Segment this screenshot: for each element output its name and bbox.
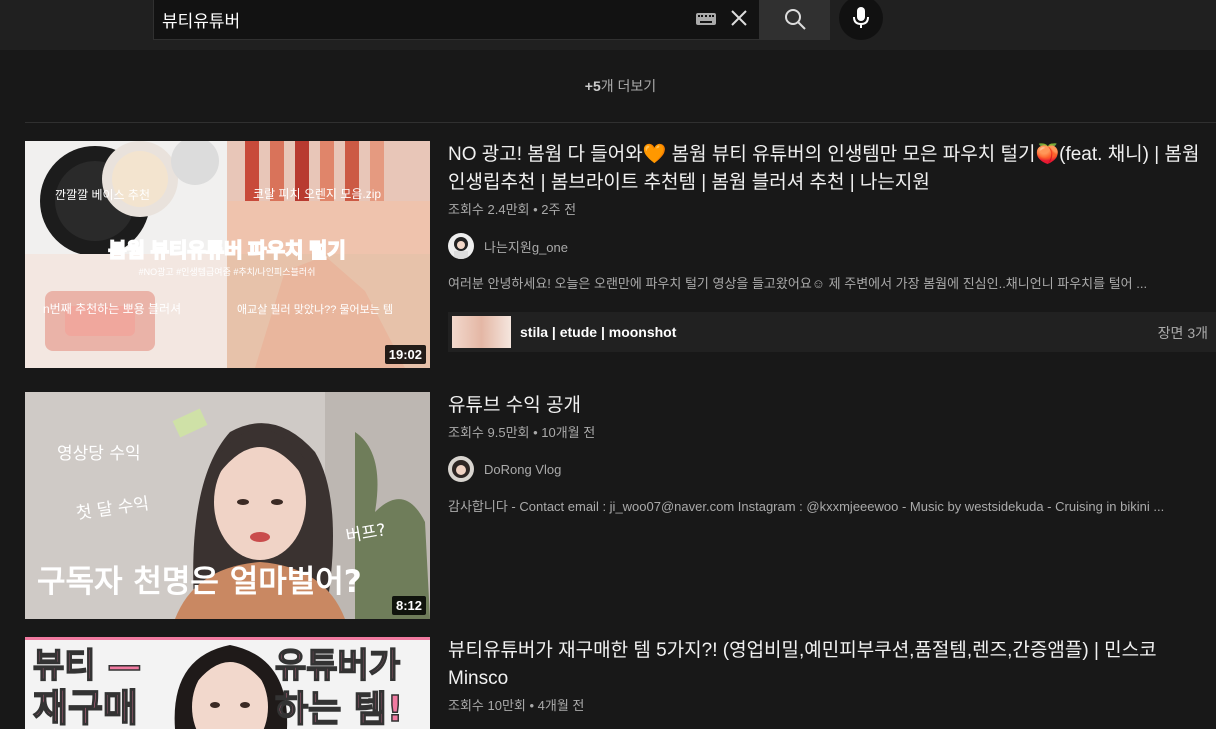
video-thumbnail[interactable]: 봄웜 뷰티유튜버 파우치 털기 #NO광고 #인생템급여줌 #추치/나인피스블러… [25,141,430,368]
upload-age: 10개월 전 [541,425,596,440]
thumbnail-text: 코랄 피치 오렌지 모음.zip [253,187,381,201]
video-meta: 조회수 2.4만회 • 2주 전 [448,202,577,217]
thumbnail-image: 뷰티 — 재구매 유튜버가 하는 템! [25,637,430,729]
search-input[interactable]: 뷰티유튜버 [153,0,759,40]
video-info: 유튜브 수익 공개 조회수 9.5만회 • 10개월 전 DoRong Vlog… [448,392,1216,515]
video-info: 뷰티유튜버가 재구매한 템 5가지?! (영업비밀,예민피부쿠션,품절템,렌즈,… [448,637,1216,715]
search-query[interactable]: 뷰티유튜버 [162,7,240,32]
channel-link[interactable]: DoRong Vlog [448,456,1216,482]
video-result[interactable]: 봄웜 뷰티유튜버 파우치 털기 #NO광고 #인생템급여줌 #추치/나인피스블러… [25,141,1216,369]
video-title[interactable]: 뷰티유튜버가 재구매한 템 5가지?! (영업비밀,예민피부쿠션,품절템,렌즈,… [448,637,1216,693]
key-moments-row[interactable]: stila | etude | moonshot 장면 3개 [448,312,1216,352]
thumbnail-main-text: 봄웜 뷰티유튜버 파우치 털기 [108,239,345,262]
avatar[interactable] [448,233,474,259]
chapter-thumbnail[interactable] [452,316,511,348]
thumbnail-text: 뷰티 — [33,646,141,686]
duration-badge: 8:12 [391,596,426,615]
thumbnail-tags-text: #NO광고 #인생템급여줌 #추치/나인피스블러쉬 [139,266,316,277]
thumbnail-text: 하는 템! [275,689,403,729]
thumbnail-main-text: 구독자 천명은 얼마벌어? [37,564,362,600]
thumbnail-text: 재구매 [33,686,138,729]
video-thumbnail[interactable]: 뷰티 — 재구매 유튜버가 하는 템! [25,637,430,729]
view-count: 조회수 9.5만회 [448,425,530,440]
video-result[interactable]: 영상당 수익 첫 달 수익 버프? 구독자 천명은 얼마벌어? 8:12 유튜브… [25,392,1216,620]
upload-age: 4개월 전 [537,698,585,713]
close-icon[interactable] [728,7,750,29]
chapter-count[interactable]: 장면 3개 [1158,323,1208,343]
video-meta: 조회수 10만회 • 4개월 전 [448,698,585,713]
video-meta: 조회수 9.5만회 • 10개월 전 [448,425,596,440]
search-icon [785,9,806,30]
view-count: 조회수 2.4만회 [448,202,530,217]
channel-link[interactable]: 나는지원g_one [448,233,1216,259]
thumbnail-text: 깐깔깔 베이스 추천 [55,187,150,202]
video-info: NO 광고! 봄웜 다 들어와🧡 봄웜 뷰티 유튜버의 인생템만 모은 파우치 … [448,141,1216,352]
thumbnail-text: 영상당 수익 [57,444,141,464]
video-description: 감사합니다 - Contact email : ji_woo07@naver.c… [448,499,1165,514]
video-thumbnail[interactable]: 영상당 수익 첫 달 수익 버프? 구독자 천명은 얼마벌어? 8:12 [25,392,430,619]
mic-icon [853,7,869,28]
thumbnail-image: 봄웜 뷰티유튜버 파우치 털기 #NO광고 #인생템급여줌 #추치/나인피스블러… [25,141,430,368]
voice-search-button[interactable] [839,0,883,40]
search-button[interactable] [759,0,830,40]
keyboard-icon[interactable] [696,13,716,25]
video-result[interactable]: 뷰티 — 재구매 유튜버가 하는 템! 뷰티유튜버가 재구매한 템 5가지?! … [25,637,1216,729]
thumbnail-image: 영상당 수익 첫 달 수익 버프? 구독자 천명은 얼마벌어? [25,392,430,619]
show-more-row: +5개 더보기 [25,50,1216,123]
duration-badge: 19:02 [384,345,426,364]
thumbnail-text: 애교살 필러 맞았나?? 물어보는 템 [237,303,393,316]
masthead: 뷰티유튜버 [0,0,1216,50]
avatar[interactable] [448,456,474,482]
video-title[interactable]: 유튜브 수익 공개 [448,392,1216,420]
thumbnail-text: 유튜버가 [275,646,400,686]
view-count: 조회수 10만회 [448,698,526,713]
chapter-title[interactable]: stila | etude | moonshot [520,324,676,340]
channel-name[interactable]: DoRong Vlog [484,462,561,477]
thumbnail-text: n번째 추천하는 뽀용 블러셔 [43,301,181,316]
show-more-button[interactable]: +5개 더보기 [25,76,1216,96]
video-description: 여러분 안녕하세요! 오늘은 오랜만에 파우치 털기 영상을 들고왔어요☺ 제 … [448,276,1148,291]
upload-age: 2주 전 [541,202,577,217]
channel-name[interactable]: 나는지원g_one [484,237,568,256]
video-title[interactable]: NO 광고! 봄웜 다 들어와🧡 봄웜 뷰티 유튜버의 인생템만 모은 파우치 … [448,141,1216,197]
